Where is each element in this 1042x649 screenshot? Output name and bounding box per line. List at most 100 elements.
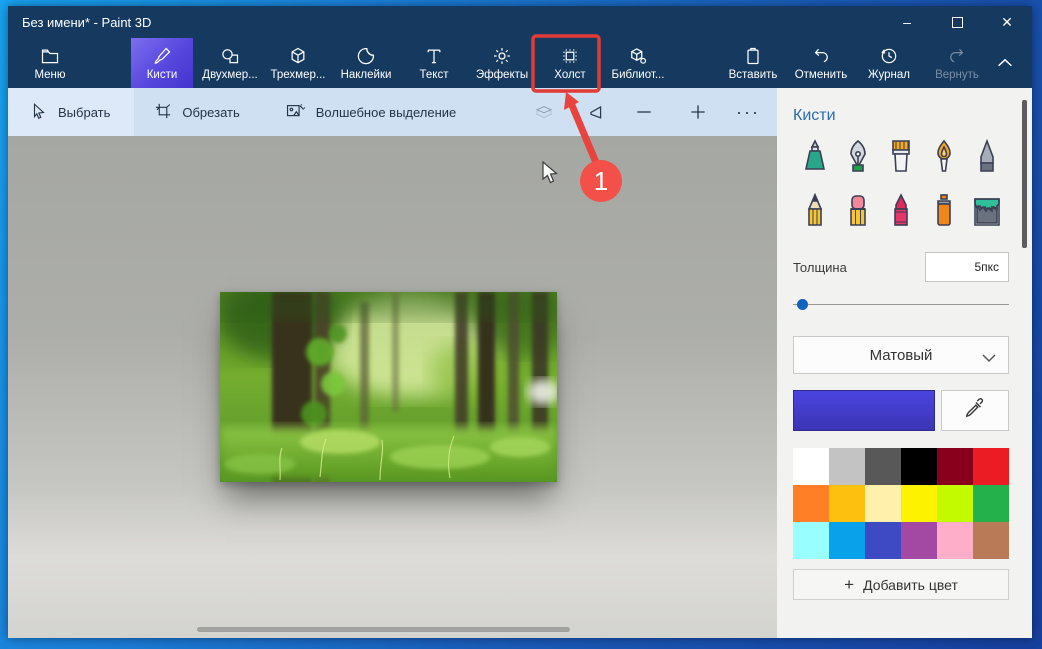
ribbon-tab-paste[interactable]: Вставить <box>722 38 784 88</box>
canvas-image-forest[interactable] <box>220 292 557 482</box>
ribbon-tab-3d-shapes[interactable]: Трехмер... <box>267 38 329 88</box>
ribbon-tab-redo[interactable]: Вернуть <box>926 38 988 88</box>
brush-grid <box>793 138 1009 230</box>
undo-icon <box>811 46 831 66</box>
ribbon-tab-library[interactable]: Библиот... <box>607 38 669 88</box>
ribbon-tab-undo[interactable]: Отменить <box>790 38 852 88</box>
thickness-label: Толщина <box>793 259 847 275</box>
close-button[interactable]: ✕ <box>982 6 1032 38</box>
add-color-button[interactable]: + Добавить цвет <box>793 569 1009 600</box>
palette-swatch-yellow[interactable] <box>901 485 937 522</box>
ribbon-tab-canvas[interactable]: Холст <box>539 38 601 88</box>
eyedropper-button[interactable] <box>941 390 1009 431</box>
color-palette <box>793 448 1009 559</box>
title-bar: Без имени* - Paint 3D – ✕ <box>8 6 1032 38</box>
magic-select-icon <box>286 102 306 123</box>
palette-swatch-pink[interactable] <box>937 522 973 559</box>
palette-swatch-white[interactable] <box>793 448 829 485</box>
paste-icon <box>743 46 763 66</box>
palette-swatch-red[interactable] <box>973 448 1009 485</box>
palette-swatch-brown[interactable] <box>973 522 1009 559</box>
ribbon-toolbar: Меню Кисти Двухмер... Трехмер... Наклейк… <box>8 38 1032 88</box>
window-title: Без имени* - Paint 3D <box>22 14 152 30</box>
brush-icon <box>152 46 172 66</box>
palette-swatch-black[interactable] <box>901 448 937 485</box>
slider-thumb[interactable] <box>797 299 808 310</box>
palette-swatch-cyan[interactable] <box>793 522 829 559</box>
brush-pencil[interactable] <box>797 192 833 230</box>
library-icon <box>628 46 648 66</box>
ribbon-tab-stickers[interactable]: Наклейки <box>335 38 397 88</box>
eyedropper-icon <box>964 397 986 424</box>
crop-tool-label: Обрезать <box>182 104 240 120</box>
window-controls: – ✕ <box>882 6 1032 38</box>
2d-shapes-icon <box>220 46 240 66</box>
paint3d-window: Без имени* - Paint 3D – ✕ Меню Кисти Дву… <box>8 6 1032 638</box>
brush-fill-bucket[interactable] <box>969 192 1005 230</box>
palette-swatch-cream[interactable] <box>865 485 901 522</box>
select-tool-button[interactable]: Выбрать <box>8 88 135 136</box>
minimize-button[interactable]: – <box>882 6 932 38</box>
ribbon-tab-brushes[interactable]: Кисти <box>131 38 193 88</box>
3d-view-rotate-icon[interactable] <box>531 99 557 125</box>
palette-swatch-orange[interactable] <box>793 485 829 522</box>
thickness-row: Толщина <box>793 252 1009 282</box>
brush-oil-brush[interactable] <box>926 138 962 176</box>
plus-icon: + <box>844 574 855 594</box>
ribbon-tab-effects[interactable]: Эффекты <box>471 38 533 88</box>
brush-marker[interactable] <box>797 138 833 176</box>
crop-tool-button[interactable]: Обрезать <box>140 88 253 136</box>
palette-swatch-azure[interactable] <box>829 522 865 559</box>
horizontal-scrollbar[interactable] <box>197 627 570 632</box>
redo-icon <box>947 46 967 66</box>
zoom-in-button[interactable] <box>685 99 711 125</box>
magic-select-label: Волшебное выделение <box>315 104 457 120</box>
maximize-button[interactable] <box>932 6 982 38</box>
brush-crayon[interactable] <box>883 192 919 230</box>
thickness-input[interactable] <box>925 252 1009 282</box>
effects-icon <box>492 46 512 66</box>
brush-spray-can[interactable] <box>926 192 962 230</box>
ellipsis-icon: ··· <box>736 101 760 122</box>
current-color-swatch[interactable] <box>793 390 935 431</box>
more-options-button[interactable]: ··· <box>735 99 761 125</box>
magic-select-button[interactable]: Волшебное выделение <box>272 88 471 136</box>
palette-swatch-gold[interactable] <box>829 485 865 522</box>
maximize-icon <box>951 16 963 28</box>
palette-swatch-light-gray[interactable] <box>829 448 865 485</box>
brush-calligraphy-pen[interactable] <box>840 138 876 176</box>
finish-dropdown[interactable]: Матовый <box>793 336 1009 374</box>
slider-track <box>793 304 1009 305</box>
sticker-icon <box>356 46 376 66</box>
brush-flat-brush[interactable] <box>883 138 919 176</box>
palette-swatch-lime[interactable] <box>937 485 973 522</box>
select-tool-label: Выбрать <box>58 104 111 120</box>
canvas-workspace[interactable] <box>8 136 777 638</box>
brush-watercolor[interactable] <box>969 138 1005 176</box>
palette-swatch-purple[interactable] <box>901 522 937 559</box>
3d-shapes-icon <box>288 46 308 66</box>
palette-swatch-dark-gray[interactable] <box>865 448 901 485</box>
brushes-side-panel: Кисти Толщина 5пкс Матовый + Добавить цв… <box>777 88 1032 638</box>
ribbon-tab-history[interactable]: Журнал <box>858 38 920 88</box>
ribbon-tab-menu[interactable]: Меню <box>20 38 80 88</box>
crop-icon <box>154 102 172 123</box>
cursor-arrow-icon <box>30 102 48 123</box>
palette-swatch-indigo[interactable] <box>865 522 901 559</box>
collapse-ribbon-chevron-up-icon[interactable] <box>994 52 1016 74</box>
panel-title: Кисти <box>793 107 836 124</box>
perspective-view-icon[interactable] <box>583 99 609 125</box>
ribbon-tab-2d-shapes[interactable]: Двухмер... <box>199 38 261 88</box>
zoom-out-button[interactable] <box>631 99 657 125</box>
canvas-icon <box>560 46 580 66</box>
history-icon <box>879 46 899 66</box>
palette-swatch-dark-red[interactable] <box>937 448 973 485</box>
finish-dropdown-value: Матовый <box>869 346 933 364</box>
color-row <box>793 390 1009 431</box>
thickness-slider[interactable] <box>793 299 1009 311</box>
brush-eraser[interactable] <box>840 192 876 230</box>
menu-folder-icon <box>40 46 60 66</box>
ribbon-tab-text[interactable]: Текст <box>403 38 465 88</box>
palette-swatch-green[interactable] <box>973 485 1009 522</box>
panel-vertical-scrollbar[interactable] <box>1022 100 1027 248</box>
